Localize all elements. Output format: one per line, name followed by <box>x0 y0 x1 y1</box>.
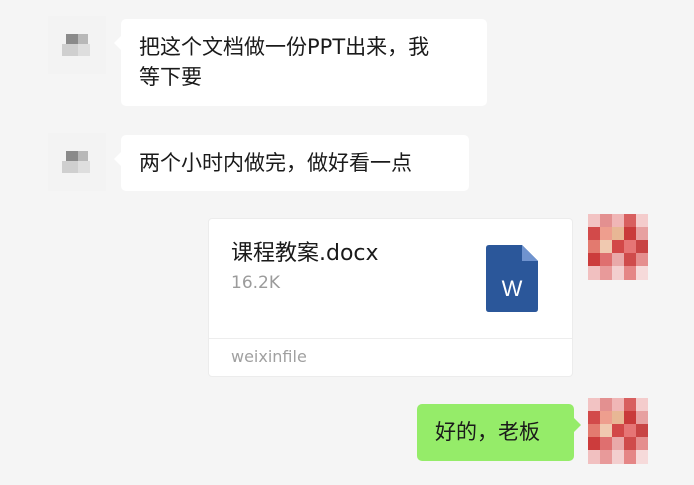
message-text: 把这个文档做一份PPT出来，我 等下要 <box>139 35 430 89</box>
card-divider <box>209 338 572 339</box>
file-name: 课程教案.docx <box>231 241 379 266</box>
own-avatar[interactable] <box>588 214 648 280</box>
word-doc-icon: W <box>486 245 538 312</box>
sender-avatar[interactable] <box>48 133 106 191</box>
file-source-label: weixinfile <box>231 347 307 366</box>
sender-avatar[interactable] <box>48 16 106 74</box>
message-text: 两个小时内做完，做好看一点 <box>139 151 412 175</box>
message-bubble-incoming[interactable]: 把这个文档做一份PPT出来，我 等下要 <box>114 19 487 106</box>
message-bubble-outgoing[interactable]: 好的，老板 <box>417 404 581 461</box>
word-doc-letter: W <box>502 276 523 301</box>
own-avatar[interactable] <box>588 398 648 464</box>
file-message-card[interactable]: 课程教案.docx 16.2K W weixinfile <box>208 218 573 377</box>
message-bubble-incoming[interactable]: 两个小时内做完，做好看一点 <box>114 135 469 191</box>
file-size: 16.2K <box>231 273 280 293</box>
message-text: 好的，老板 <box>435 420 540 444</box>
